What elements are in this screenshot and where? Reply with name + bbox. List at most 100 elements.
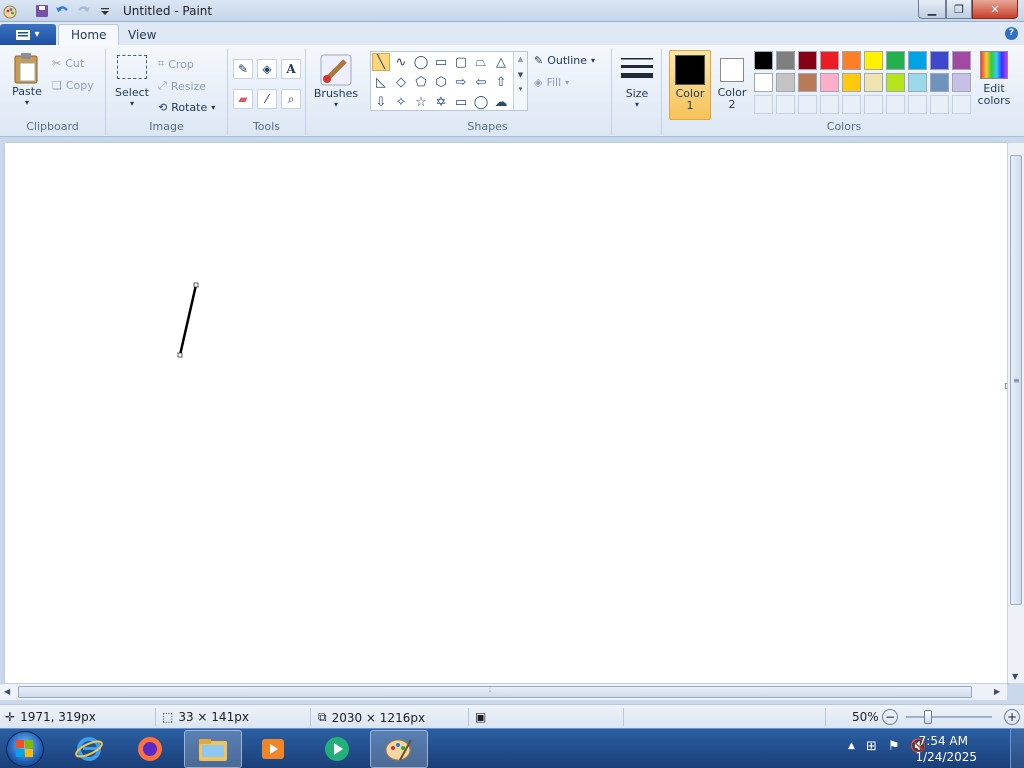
- brushes-label: Brushes: [313, 87, 359, 100]
- cut-button[interactable]: ✂ Cut: [52, 57, 84, 70]
- text-tool-icon[interactable]: A: [281, 59, 301, 79]
- pentagon-shape-icon[interactable]: ⬠: [412, 73, 430, 91]
- fill-bucket-icon[interactable]: ◈: [257, 59, 277, 79]
- network-icon[interactable]: ⊞: [866, 739, 877, 754]
- shapes-gallery-scrollbar[interactable]: ▲ ▼ ▾: [513, 52, 527, 110]
- taskbar-media-player[interactable]: [244, 730, 302, 768]
- action-center-flag-icon[interactable]: ⚑: [888, 739, 900, 754]
- resize-button[interactable]: ⤢ Resize: [158, 79, 206, 93]
- polygon-shape-icon[interactable]: ⏢: [472, 53, 490, 71]
- line-handle-top[interactable]: [193, 282, 199, 288]
- brushes-button[interactable]: Brushes ▾: [314, 53, 358, 109]
- oval-shape-icon[interactable]: ◯: [412, 53, 430, 71]
- save-icon[interactable]: [34, 3, 50, 19]
- triangle-shape-icon[interactable]: △: [492, 53, 510, 71]
- vertical-scrollbar[interactable]: ≡ ▼: [1007, 143, 1024, 683]
- image-size: ⧉ 2030 × 1216px: [318, 710, 425, 725]
- right-triangle-shape-icon[interactable]: ◺: [372, 73, 390, 91]
- rounded-rectangle-shape-icon[interactable]: ▢: [452, 53, 470, 71]
- hexagon-shape-icon[interactable]: ⬡: [432, 73, 450, 91]
- paint-icon: [385, 739, 412, 761]
- canvas-workspace: ≡ ▼ ◀ ⦙ ▶: [0, 137, 1024, 704]
- status-bar: ✛ 1971, 319px ⬚ 33 × 141px ⧉ 2030 × 1216px …: [0, 704, 1024, 728]
- colors-group-label: Colors: [826, 120, 862, 133]
- down-arrow-shape-icon[interactable]: ⇩: [372, 93, 390, 111]
- taskbar-file-explorer[interactable]: [184, 730, 242, 768]
- scroll-right-arrow-icon[interactable]: ▶: [994, 687, 1000, 696]
- tools-group: ✎ ◈ A ▰ ⁄ ⌕ Tools: [228, 49, 306, 135]
- horizontal-scroll-thumb[interactable]: ⦙: [18, 685, 972, 698]
- rounded-callout-shape-icon[interactable]: ▭: [452, 93, 470, 111]
- customize-quick-access-icon[interactable]: [97, 3, 113, 19]
- show-desktop-button[interactable]: [1010, 729, 1024, 768]
- scissors-icon: ✂: [52, 57, 62, 70]
- taskbar-media-app[interactable]: [308, 730, 366, 768]
- copy-button[interactable]: ❏ Copy: [52, 79, 94, 92]
- eraser-icon[interactable]: ▰: [233, 89, 253, 109]
- drawn-line[interactable]: [178, 284, 198, 356]
- size-button[interactable]: Size ▾: [618, 53, 656, 109]
- diamond-shape-icon[interactable]: ◇: [392, 73, 410, 91]
- chevron-down-icon: ▾: [34, 29, 40, 40]
- redo-icon[interactable]: [76, 3, 92, 19]
- chevron-down-icon: ▾: [634, 100, 639, 109]
- zoom-out-icon[interactable]: −: [882, 709, 898, 725]
- chevron-down-icon: ▾: [129, 99, 134, 108]
- magnifier-icon[interactable]: ⌕: [281, 89, 301, 109]
- five-point-star-shape-icon[interactable]: ☆: [412, 93, 430, 111]
- right-arrow-shape-icon[interactable]: ⇨: [452, 73, 470, 91]
- tab-home[interactable]: Home: [58, 24, 120, 45]
- paint-app-icon[interactable]: [2, 3, 18, 19]
- expand-gallery-icon[interactable]: ▾: [514, 85, 527, 93]
- help-icon[interactable]: ?: [1005, 27, 1018, 40]
- taskbar-firefox[interactable]: [121, 730, 179, 768]
- show-hidden-icons-icon[interactable]: ▲: [848, 741, 855, 751]
- clock-date[interactable]: 1/24/2025: [915, 750, 977, 764]
- line-handle-bottom[interactable]: [177, 352, 183, 358]
- zoom-slider-thumb[interactable]: [924, 710, 932, 724]
- zoom-level: 50%: [852, 710, 879, 724]
- start-button[interactable]: [6, 731, 44, 767]
- curve-shape-icon[interactable]: ∿: [392, 53, 410, 71]
- chevron-down-icon: ▾: [565, 78, 570, 87]
- up-arrow-shape-icon[interactable]: ⇧: [492, 73, 510, 91]
- zoom-slider[interactable]: [906, 710, 992, 724]
- fill-button[interactable]: ◈ Fill ▾: [534, 76, 569, 89]
- scroll-up-icon[interactable]: ▲: [514, 55, 527, 63]
- tab-view[interactable]: View: [116, 24, 168, 45]
- maximize-button[interactable]: ❐: [946, 0, 972, 19]
- scroll-down-arrow-icon[interactable]: ▼: [1012, 672, 1018, 681]
- crop-button[interactable]: ⌗ Crop: [158, 57, 194, 71]
- minimize-button[interactable]: ▁: [918, 0, 946, 19]
- cloud-callout-shape-icon[interactable]: ☁: [492, 93, 510, 111]
- outline-button[interactable]: ✎ Outline ▾: [534, 54, 595, 67]
- select-icon: [117, 55, 147, 79]
- scroll-left-arrow-icon[interactable]: ◀: [4, 687, 10, 696]
- paint-menu-button[interactable]: ▾: [0, 24, 56, 45]
- oval-callout-shape-icon[interactable]: ◯: [472, 93, 490, 111]
- cursor-position-icon: ✛: [5, 710, 16, 724]
- undo-icon[interactable]: [54, 3, 70, 19]
- four-point-star-shape-icon[interactable]: ✧: [392, 93, 410, 111]
- select-label: Select: [115, 86, 149, 99]
- chevron-down-icon: ▾: [211, 103, 216, 112]
- close-button[interactable]: ✕: [972, 0, 1018, 19]
- line-shape-icon[interactable]: ╲: [372, 53, 390, 71]
- clock-time[interactable]: 7:54 AM: [919, 734, 968, 748]
- drawing-canvas[interactable]: [5, 143, 1011, 683]
- taskbar-internet-explorer[interactable]: [60, 730, 118, 768]
- select-button[interactable]: Select ▾: [114, 55, 150, 108]
- color-picker-icon[interactable]: ⁄: [257, 89, 277, 109]
- paste-button[interactable]: Paste ▾: [8, 51, 46, 107]
- pencil-icon[interactable]: ✎: [233, 59, 253, 79]
- six-point-star-shape-icon[interactable]: ✡: [432, 93, 450, 111]
- scroll-down-icon[interactable]: ▼: [514, 71, 527, 79]
- rotate-button[interactable]: ⟲ Rotate ▾: [158, 101, 215, 114]
- taskbar-paint[interactable]: [370, 730, 428, 768]
- rectangle-shape-icon[interactable]: ▭: [432, 53, 450, 71]
- vertical-scroll-thumb[interactable]: ≡: [1010, 155, 1022, 605]
- zoom-in-icon[interactable]: +: [1004, 709, 1020, 725]
- left-arrow-shape-icon[interactable]: ⇦: [472, 73, 490, 91]
- clipboard-group: Paste ▾ ✂ Cut ❏ Copy Clipboard: [0, 49, 106, 135]
- horizontal-scrollbar[interactable]: ◀ ⦙ ▶: [0, 683, 1007, 700]
